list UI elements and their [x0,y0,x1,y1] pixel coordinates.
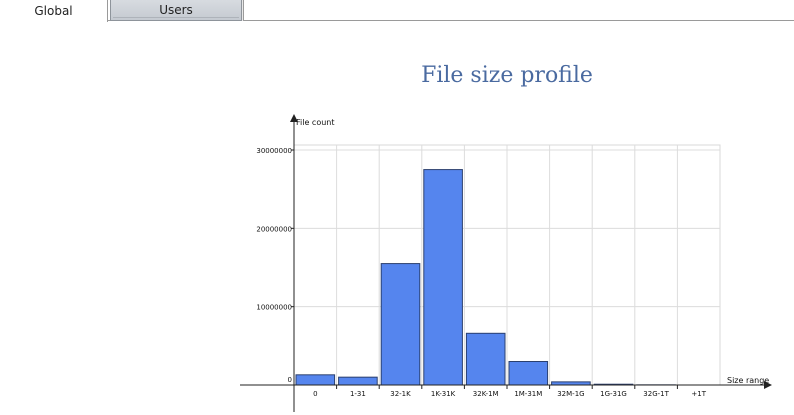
y-axis-title: File count [296,118,335,127]
x-axis-title: Size range [727,376,769,385]
bar-32-1K [380,263,421,386]
y-tick-label: 20000000 [256,225,292,233]
y-tick-label: 10000000 [256,304,292,312]
x-tick-label: 32G-1T [643,390,669,398]
x-tick-label: 1-31 [350,390,366,398]
bar-32K-1M [465,332,506,386]
bar-1M-31M [508,361,549,386]
y-tick-label: 30000000 [256,147,292,155]
x-tick-label: 1M-31M [514,390,542,398]
x-tick-label: 32-1K [390,390,411,398]
x-tick-label: 32K-1M [473,390,499,398]
x-tick-label: 0 [313,390,317,398]
file-size-chart: 0 1-31 32-1K 1K-31K 32K-1M 1M-31M 32M-1G 1G-31G… [240,114,772,412]
bar-1-31 [338,376,378,386]
bar-1K-31K [423,169,463,386]
x-tick-label: 32M-1G [557,390,584,398]
x-tick-label: +1T [691,390,706,398]
bar-0 [295,374,336,386]
x-tick-label: 1K-31K [431,390,456,398]
tab-global[interactable]: Global [0,0,108,22]
x-tick-label: 1G-31G [600,390,627,398]
y-tick-label: 0 [288,376,292,384]
